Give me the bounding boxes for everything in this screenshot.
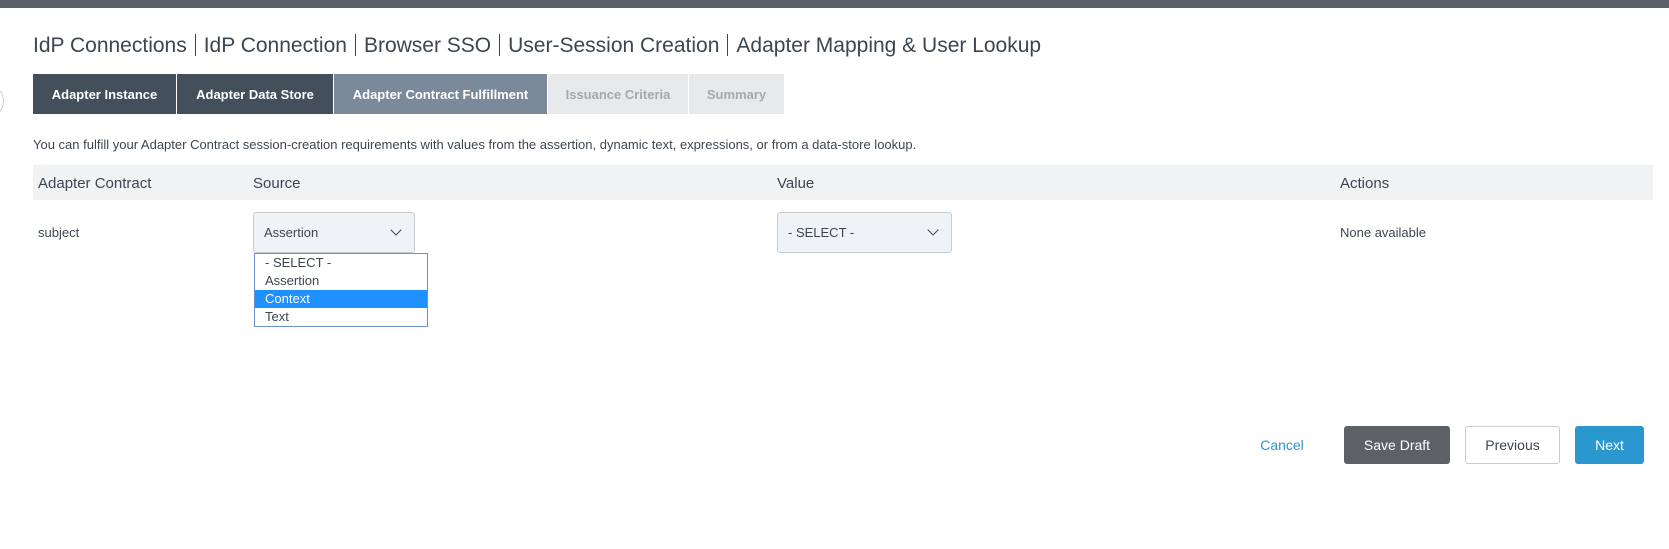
save-draft-button[interactable]: Save Draft: [1344, 426, 1450, 464]
breadcrumb: IdP Connections IdP Connection Browser SSO…: [33, 34, 1041, 58]
chevron-down-icon: [927, 224, 939, 236]
breadcrumb-item: IdP Connections: [33, 34, 187, 57]
tab-summary: Summary: [689, 74, 784, 114]
separator: [194, 34, 196, 56]
column-adapter-contract: Adapter Contract: [38, 175, 152, 192]
tab-adapter-instance[interactable]: Adapter Instance: [33, 74, 176, 114]
option-select[interactable]: - SELECT -: [255, 254, 427, 272]
column-source: Source: [253, 175, 301, 192]
breadcrumb-item: Adapter Mapping & User Lookup: [736, 34, 1042, 57]
side-toggle[interactable]: [0, 88, 4, 114]
option-context[interactable]: Context: [255, 290, 427, 308]
separator: [499, 34, 501, 56]
chevron-down-icon: [390, 224, 402, 236]
separator: [354, 34, 356, 56]
description: You can fulfill your Adapter Contract se…: [33, 137, 917, 152]
source-dropdown-list: - SELECT - Assertion Context Text: [254, 253, 428, 327]
previous-button[interactable]: Previous: [1465, 426, 1560, 464]
wizard-tabs: Adapter Instance Adapter Data Store Adap…: [33, 74, 785, 114]
contract-name: subject: [38, 225, 80, 240]
source-select-value: Assertion: [264, 225, 319, 240]
breadcrumb-item: User-Session Creation: [508, 34, 720, 57]
tab-issuance-criteria: Issuance Criteria: [548, 74, 688, 114]
table-header: Adapter Contract Source Value Actions: [33, 165, 1653, 200]
breadcrumb-item: IdP Connection: [203, 34, 347, 57]
tab-adapter-data-store[interactable]: Adapter Data Store: [177, 74, 333, 114]
top-bar: [0, 0, 1669, 8]
actions-text: None available: [1340, 225, 1427, 240]
value-select[interactable]: - SELECT -: [777, 212, 952, 253]
separator: [727, 34, 729, 56]
column-value: Value: [777, 175, 815, 192]
next-button[interactable]: Next: [1575, 426, 1644, 464]
source-select[interactable]: Assertion: [253, 212, 415, 253]
value-select-value: - SELECT -: [788, 225, 855, 240]
option-text[interactable]: Text: [255, 308, 427, 326]
column-actions: Actions: [1340, 175, 1390, 192]
tab-adapter-contract-fulfillment[interactable]: Adapter Contract Fulfillment: [334, 74, 547, 114]
cancel-button[interactable]: Cancel: [1252, 426, 1312, 464]
option-assertion[interactable]: Assertion: [255, 272, 427, 290]
breadcrumb-item: Browser SSO: [363, 34, 492, 57]
